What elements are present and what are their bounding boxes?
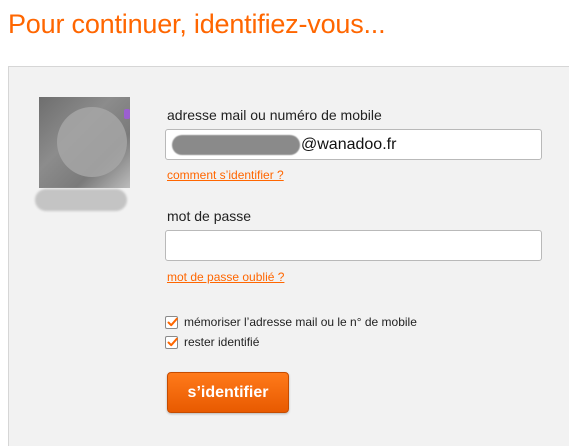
checkmark-icon — [167, 337, 178, 346]
avatar-accent — [124, 109, 130, 119]
forgot-password-link[interactable]: mot de passe oublié ? — [167, 270, 284, 284]
email-redacted-part — [172, 135, 300, 155]
password-label: mot de passe — [167, 208, 252, 224]
email-help-link[interactable]: comment s’identifier ? — [167, 168, 284, 182]
page-title: Pour continuer, identifiez-vous... — [8, 9, 386, 39]
password-field[interactable] — [165, 230, 542, 261]
stay-logged-label: rester identifié — [184, 335, 260, 349]
submit-button[interactable]: s’identifier — [167, 372, 289, 413]
login-panel: adresse mail ou numéro de mobile @wanado… — [8, 66, 569, 446]
email-domain: @wanadoo.fr — [301, 136, 397, 153]
email-value: @wanadoo.fr — [172, 135, 396, 155]
stay-logged-row[interactable]: rester identifié — [165, 334, 259, 350]
remember-label: mémoriser l’adresse mail ou le n° de mob… — [184, 315, 417, 329]
email-field[interactable]: @wanadoo.fr — [165, 129, 542, 160]
email-label: adresse mail ou numéro de mobile — [167, 107, 382, 123]
avatar-caption-redacted — [35, 189, 127, 211]
remember-row[interactable]: mémoriser l’adresse mail ou le n° de mob… — [165, 314, 417, 330]
checkmark-icon — [167, 317, 178, 326]
remember-checkbox[interactable] — [165, 315, 178, 329]
avatar — [39, 97, 130, 188]
stay-logged-checkbox[interactable] — [165, 335, 178, 349]
avatar-blurred-photo — [57, 107, 127, 177]
